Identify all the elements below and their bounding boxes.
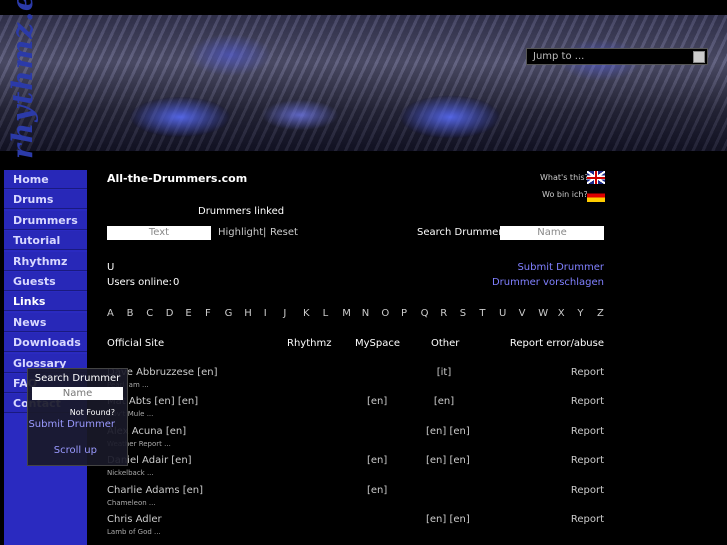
letter-y[interactable]: Y — [577, 308, 583, 319]
jump-to-label: Jump to ... — [533, 51, 585, 62]
popup-search-input[interactable]: Name — [32, 387, 123, 400]
reset-button[interactable]: Reset — [270, 227, 298, 238]
sidebar-item-downloads[interactable]: Downloads — [4, 333, 87, 353]
submit-drummer-link[interactable]: Submit Drummer — [517, 262, 604, 273]
letter-p[interactable]: P — [401, 308, 407, 319]
letter-n[interactable]: N — [362, 308, 369, 319]
header-banner: rhythmz.eu Jump to ... — [0, 0, 727, 159]
other-link[interactable]: [en] — [426, 396, 462, 407]
drummer-band: Chameleon ... — [107, 498, 156, 507]
letter-d[interactable]: D — [166, 308, 174, 319]
col-myspace: MySpace — [355, 338, 401, 349]
letter-j[interactable]: J — [283, 308, 286, 319]
drummer-band: Lamb of God ... — [107, 528, 161, 536]
sidebar-item-home[interactable]: Home — [4, 170, 87, 189]
report-link[interactable]: Report — [571, 367, 604, 378]
letter-t[interactable]: T — [479, 308, 485, 319]
letter-i[interactable]: I — [264, 308, 267, 319]
letter-l[interactable]: L — [323, 308, 329, 319]
sidebar-item-links[interactable]: Links — [4, 292, 87, 312]
letter-s[interactable]: S — [460, 308, 466, 319]
col-other: Other — [431, 338, 460, 349]
letter-k[interactable]: K — [303, 308, 310, 319]
letter-q[interactable]: Q — [421, 308, 429, 319]
col-report: Report error/abuse — [509, 338, 604, 349]
sidebar-item-drummers[interactable]: Drummers — [4, 210, 87, 230]
drummer-vorschlagen-link[interactable]: Drummer vorschlagen — [492, 277, 604, 288]
separator: | — [263, 227, 267, 238]
report-link[interactable]: Report — [571, 396, 604, 407]
whats-this-link[interactable]: What's this? — [540, 173, 589, 182]
sidebar-item-tutorial[interactable]: Tutorial — [4, 231, 87, 251]
site-logo[interactable]: rhythmz.eu — [6, 0, 40, 159]
jump-to-select[interactable]: Jump to ... — [526, 48, 708, 65]
sidebar-item-rhythmz[interactable]: Rhythmz — [4, 251, 87, 271]
letter-x[interactable]: X — [558, 308, 565, 319]
report-link[interactable]: Report — [571, 426, 604, 437]
letter-a[interactable]: A — [107, 308, 114, 319]
col-rhythmz: Rhythmz — [287, 338, 332, 349]
letter-w[interactable]: W — [538, 308, 548, 319]
myspace-link[interactable]: [en] — [367, 396, 387, 407]
page-title: All-the-Drummers.com — [107, 172, 248, 185]
drummer-name-link[interactable]: Chris Adler — [107, 514, 162, 525]
myspace-link[interactable]: [en] — [367, 485, 387, 496]
letter-z[interactable]: Z — [597, 308, 604, 319]
users-online-label: Users online: — [107, 277, 173, 288]
letter-o[interactable]: O — [381, 308, 389, 319]
sidebar-item-news[interactable]: News — [4, 312, 87, 332]
letter-e[interactable]: E — [185, 308, 191, 319]
sidebar-item-guests[interactable]: Guests — [4, 271, 87, 291]
other-link[interactable]: [it] — [426, 367, 462, 378]
letter-c[interactable]: C — [146, 308, 153, 319]
not-found-label: Not Found? — [69, 408, 115, 417]
report-link[interactable]: Report — [571, 455, 604, 466]
letter-m[interactable]: M — [342, 308, 351, 319]
letter-r[interactable]: R — [440, 308, 447, 319]
german-flag-icon[interactable] — [587, 189, 605, 202]
wo-bin-ich-link[interactable]: Wo bin ich? — [542, 190, 588, 199]
drummer-name-link[interactable]: Charlie Adams [en] — [107, 485, 203, 496]
drummers-linked-heading: Drummers linked — [198, 206, 285, 217]
letter-v[interactable]: V — [519, 308, 526, 319]
sidebar-nav: Home Drums Drummers Tutorial Rhythmz Gue… — [4, 170, 87, 545]
letter-f[interactable]: F — [205, 308, 211, 319]
other-link[interactable]: [en] [en] — [426, 514, 470, 525]
popup-title: Search Drummer — [34, 373, 121, 384]
other-link[interactable]: [en] [en] — [426, 426, 470, 437]
users-online-count: 0 — [173, 277, 180, 288]
letter-u[interactable]: U — [499, 308, 506, 319]
sidebar-item-drums[interactable]: Drums — [4, 190, 87, 210]
other-link[interactable]: [en] [en] — [426, 455, 470, 466]
letter-h[interactable]: H — [244, 308, 252, 319]
drummer-band: Nickelback ... — [107, 469, 154, 478]
search-popup: Search Drummer Name Not Found? Submit Dr… — [27, 368, 128, 466]
scroll-up-link[interactable]: Scroll up — [28, 445, 97, 456]
highlight-button[interactable]: Highlight — [218, 227, 263, 238]
letter-b[interactable]: B — [127, 308, 134, 319]
uk-flag-icon[interactable] — [587, 171, 605, 184]
col-official-site: Official Site — [107, 338, 165, 349]
myspace-link[interactable]: [en] — [367, 455, 387, 466]
current-letter: U — [107, 262, 115, 273]
letter-g[interactable]: G — [225, 308, 233, 319]
report-link[interactable]: Report — [571, 514, 604, 525]
popup-submit-drummer-link[interactable]: Submit Drummer — [28, 419, 115, 430]
highlight-text-input[interactable]: Text — [107, 226, 211, 240]
dropdown-arrow-icon[interactable] — [693, 50, 705, 63]
search-drummer-label: Search Drummer: — [417, 227, 506, 238]
report-link[interactable]: Report — [571, 485, 604, 496]
search-drummer-input[interactable]: Name — [500, 226, 604, 240]
